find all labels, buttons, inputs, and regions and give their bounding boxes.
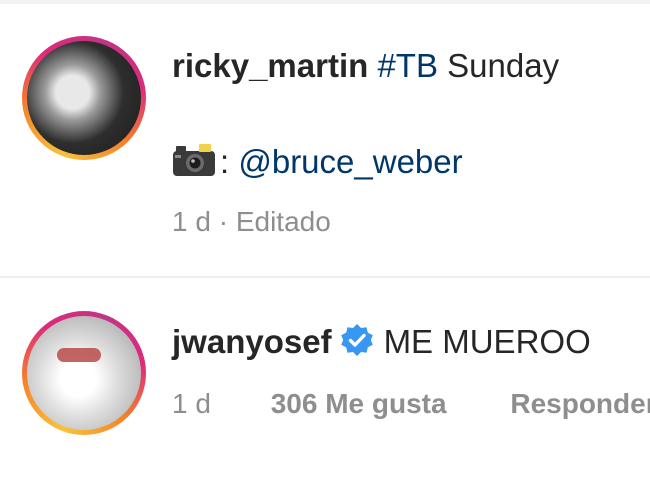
comment-row: jwanyosef ME MUEROO [172,322,591,362]
comment-username[interactable]: jwanyosef [172,323,332,360]
instagram-comments-view: ricky_martin #TB Sunday : @bruce_weber 1… [0,0,650,487]
avatar-jwanyosef[interactable] [22,311,146,435]
reply-button[interactable]: Responder [510,388,650,419]
verified-badge-icon [340,323,374,357]
caption-username[interactable]: ricky_martin [172,47,368,84]
caption-divider [0,276,650,278]
comment-text: ME MUEROO [383,323,591,360]
post-caption: ricky_martin #TB Sunday : @bruce_weber 1… [0,0,650,275]
comment-meta: 1 d 306 Me gusta Responder [172,387,650,421]
comment-time: 1 d [172,388,211,419]
caption-first-line: ricky_martin #TB Sunday [172,46,559,86]
avatar-ricky-martin[interactable] [22,36,146,160]
camera-with-flash-icon [172,143,216,177]
caption-credit-line: : @bruce_weber [172,142,463,182]
caption-time: 1 d [172,206,211,237]
avatar-photo [27,41,141,155]
meta-separator: · [218,206,229,237]
avatar-photo [27,316,141,430]
credit-separator: : [220,143,230,180]
caption-text: Sunday [447,47,560,84]
comment-likes[interactable]: 306 Me gusta [271,388,447,419]
edited-label: Editado [235,206,331,237]
avatar-photo-detail [57,348,101,362]
caption-meta: 1 d · Editado [172,205,331,239]
caption-hashtag[interactable]: #TB [377,47,438,84]
credit-mention[interactable]: @bruce_weber [238,143,462,180]
